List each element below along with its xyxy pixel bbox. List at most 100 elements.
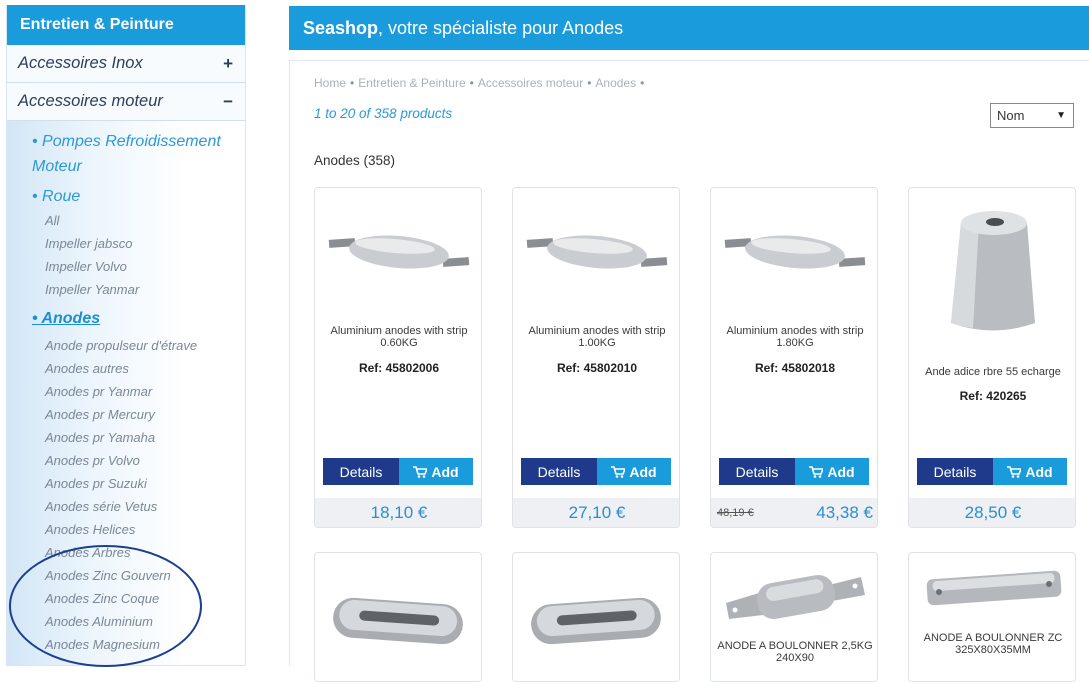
sidebar-item-accessoires-moteur[interactable]: Accessoires moteur − (7, 83, 245, 121)
product-card[interactable]: Aluminium anodes with strip 1.80KG Ref: … (710, 187, 878, 528)
product-image[interactable] (315, 553, 482, 682)
product-card[interactable]: ANODE A BOULONNER ZC 325X80X35MM (908, 552, 1076, 682)
details-button[interactable]: Details (521, 458, 597, 485)
old-price: 48,19 € (717, 507, 754, 519)
product-ref: Ref: 45802010 (556, 361, 638, 375)
product-price-box: 48,19 € 43,38 € (711, 498, 877, 527)
breadcrumb: Home • Entretien & Peinture • Accessoires mo… (314, 76, 648, 90)
product-actions: Details Add (917, 458, 1067, 485)
product-image[interactable] (909, 188, 1076, 348)
product-card[interactable]: Aluminium anodes with strip 1.00KG Ref: … (512, 187, 680, 528)
breadcrumb-item[interactable]: Home (314, 76, 346, 90)
product-listing: Home • Entretien & Peinture • Accessoires mo… (289, 60, 1089, 682)
product-name[interactable]: ANODE A BOULONNER 2,5KG 240X90 (717, 640, 873, 664)
sidebar-leaf[interactable]: Anodes Zinc Coque (32, 587, 245, 610)
add-label: Add (431, 463, 459, 480)
product-ref: Ref: 420265 (959, 389, 1027, 403)
cart-icon (611, 465, 626, 478)
breadcrumb-item[interactable]: Accessoires moteur (478, 76, 583, 90)
product-image[interactable] (513, 188, 680, 318)
product-card[interactable] (314, 552, 482, 682)
breadcrumb-separator: • (640, 76, 645, 90)
product-image[interactable] (909, 553, 1076, 633)
sidebar-leaf[interactable]: Anodes pr Suzuki (32, 472, 245, 495)
product-price: 28,50 € (909, 498, 1075, 527)
product-card[interactable]: Aluminium anodes with strip 0.60KG Ref: … (314, 187, 482, 528)
sidebar-cat-anodes-active[interactable]: • Anodes (32, 306, 245, 331)
add-to-cart-button[interactable]: Add (399, 458, 473, 485)
sidebar-leaf[interactable]: Anodes pr Volvo (32, 449, 245, 472)
product-actions: Details Add (521, 458, 671, 485)
product-actions: Details Add (323, 458, 473, 485)
product-count: 1 to 20 of 358 products (314, 106, 453, 121)
add-label: Add (1025, 463, 1053, 480)
page-banner: Seashop, votre spécialiste pour Anodes (289, 6, 1089, 50)
product-name[interactable]: Ande adice rbre 55 echarge (915, 366, 1071, 378)
product-image[interactable] (711, 188, 878, 318)
category-sidebar: Entretien & Peinture Accessoires Inox + … (6, 5, 246, 666)
roue-items: All Impeller jabsco Impeller Volvo Impel… (32, 209, 245, 301)
sidebar-cat-pompes[interactable]: • Pompes Refroidissement Moteur (32, 129, 245, 179)
sidebar-leaf[interactable]: Anodes Aluminium (32, 610, 245, 633)
sort-selected-value: Nom (997, 108, 1025, 123)
product-name[interactable]: Aluminium anodes with strip 0.60KG (321, 325, 477, 349)
expand-icon[interactable]: + (223, 54, 233, 74)
sidebar-leaf[interactable]: Impeller jabsco (32, 232, 245, 255)
product-image[interactable] (711, 553, 878, 643)
details-button[interactable]: Details (917, 458, 993, 485)
sidebar-cat-roue[interactable]: • Roue (32, 184, 245, 209)
sidebar-leaf[interactable]: Anode propulseur d'étrave (32, 334, 245, 357)
product-price: 27,10 € (513, 498, 679, 527)
details-button[interactable]: Details (719, 458, 795, 485)
product-name[interactable]: Aluminium anodes with strip 1.80KG (717, 325, 873, 349)
cart-icon (809, 465, 824, 478)
product-ref: Ref: 45802006 (358, 361, 440, 375)
sidebar-leaf[interactable]: Impeller Yanmar (32, 278, 245, 301)
add-label: Add (827, 463, 855, 480)
sidebar-leaf[interactable]: Anodes Arbres (32, 541, 245, 564)
cart-icon (1007, 465, 1022, 478)
sidebar-leaf[interactable]: Anodes série Vetus (32, 495, 245, 518)
sidebar-leaf[interactable]: Anodes pr Yamaha (32, 426, 245, 449)
product-price: 43,38 € (816, 503, 873, 522)
breadcrumb-item[interactable]: Anodes (595, 76, 636, 90)
category-heading: Anodes (358) (314, 153, 396, 168)
dropdown-arrow-icon: ▼ (1056, 110, 1066, 121)
collapse-icon[interactable]: − (223, 92, 233, 112)
cart-icon (413, 465, 428, 478)
sidebar-leaf[interactable]: Anodes pr Mercury (32, 403, 245, 426)
product-name[interactable]: ANODE A BOULONNER ZC 325X80X35MM (915, 632, 1071, 656)
sidebar-leaf[interactable]: Anodes Zinc Gouvern (32, 564, 245, 587)
add-to-cart-button[interactable]: Add (993, 458, 1067, 485)
sidebar-leaf[interactable]: Impeller Volvo (32, 255, 245, 278)
sidebar-item-label: Accessoires moteur (18, 92, 163, 110)
product-card[interactable] (512, 552, 680, 682)
product-name[interactable]: Aluminium anodes with strip 1.00KG (519, 325, 675, 349)
product-image[interactable] (513, 553, 680, 682)
add-to-cart-button[interactable]: Add (795, 458, 869, 485)
product-image[interactable] (315, 188, 482, 318)
product-card[interactable]: Ande adice rbre 55 echarge Ref: 420265 D… (908, 187, 1076, 528)
sidebar-leaf[interactable]: Anodes Helices (32, 518, 245, 541)
add-label: Add (629, 463, 657, 480)
breadcrumb-item[interactable]: Entretien & Peinture (358, 76, 465, 90)
sidebar-subcategories: • Pompes Refroidissement Moteur • Roue A… (7, 121, 245, 656)
breadcrumb-separator: • (587, 76, 592, 90)
sidebar-leaf[interactable]: Anodes pr Yanmar (32, 380, 245, 403)
sidebar-leaf[interactable]: Anodes Magnesium (32, 633, 245, 656)
sidebar-item-accessoires-inox[interactable]: Accessoires Inox + (7, 45, 245, 83)
breadcrumb-separator: • (350, 76, 355, 90)
add-to-cart-button[interactable]: Add (597, 458, 671, 485)
sidebar-header[interactable]: Entretien & Peinture (7, 5, 245, 45)
product-actions: Details Add (719, 458, 869, 485)
sort-select[interactable]: Nom ▼ (990, 103, 1074, 128)
sidebar-leaf[interactable]: Anodes autres (32, 357, 245, 380)
banner-tagline: , votre spécialiste pour Anodes (378, 18, 624, 38)
brand-name: Seashop (303, 18, 379, 38)
sidebar-leaf[interactable]: All (32, 209, 245, 232)
product-card[interactable]: ANODE A BOULONNER 2,5KG 240X90 (710, 552, 878, 682)
product-price: 18,10 € (315, 498, 481, 527)
details-button[interactable]: Details (323, 458, 399, 485)
sidebar-item-label: Accessoires Inox (18, 54, 143, 72)
product-ref: Ref: 45802018 (754, 361, 836, 375)
